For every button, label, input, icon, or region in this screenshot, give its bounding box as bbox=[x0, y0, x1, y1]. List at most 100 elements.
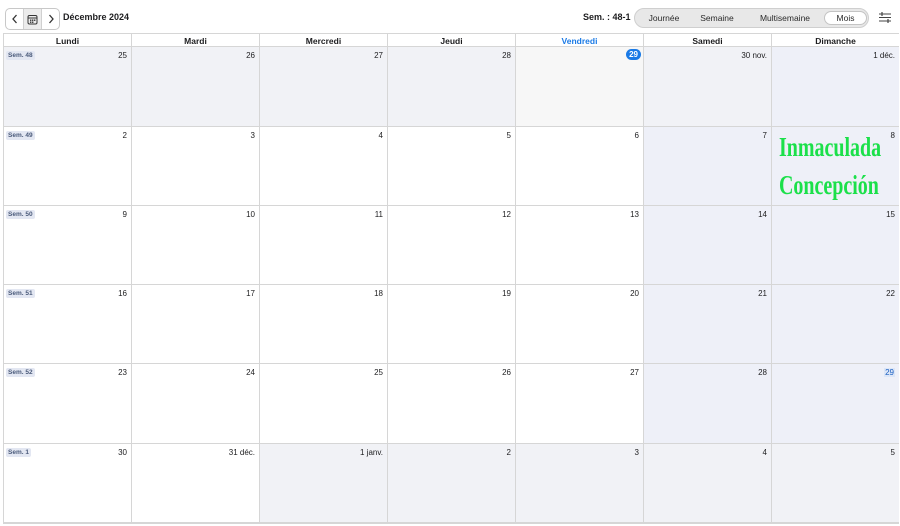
calendar-icon bbox=[27, 14, 38, 24]
day-number: 2 bbox=[506, 448, 511, 457]
day-number: 14 bbox=[758, 210, 767, 219]
day-number: 1 déc. bbox=[873, 51, 895, 60]
day-cell[interactable]: 22 bbox=[771, 285, 899, 364]
week-number-badge[interactable]: Sem. 1 bbox=[6, 448, 31, 457]
day-cell[interactable]: 6 bbox=[515, 127, 643, 206]
week-number-badge[interactable]: Sem. 48 bbox=[6, 51, 35, 60]
day-cell[interactable]: 18 bbox=[259, 285, 387, 364]
day-cell[interactable]: 29 bbox=[771, 364, 899, 444]
week-number-badge[interactable]: Sem. 50 bbox=[6, 210, 35, 219]
weekday-header-5: Vendredi bbox=[515, 33, 643, 47]
day-cell[interactable]: 17 bbox=[131, 285, 259, 364]
day-number: 25 bbox=[374, 368, 383, 377]
day-number: 20 bbox=[630, 289, 639, 298]
day-cell[interactable]: 29 bbox=[515, 47, 643, 127]
day-cell[interactable]: Sem. 50 9 bbox=[3, 206, 131, 285]
day-number: 8 bbox=[890, 131, 895, 140]
weekday-header-1: Lundi bbox=[3, 33, 131, 47]
day-cell[interactable]: 4 bbox=[259, 127, 387, 206]
day-number: 18 bbox=[374, 289, 383, 298]
day-cell[interactable]: 10 bbox=[131, 206, 259, 285]
day-number: 28 bbox=[502, 51, 511, 60]
prev-month-button[interactable] bbox=[6, 9, 24, 29]
day-number: 16 bbox=[118, 289, 127, 298]
day-cell[interactable]: 28 bbox=[643, 364, 771, 444]
view-week-tab[interactable]: Semaine bbox=[691, 11, 743, 25]
view-month-tab[interactable]: Mois bbox=[824, 11, 867, 25]
today-date-badge: 29 bbox=[626, 49, 641, 60]
view-day-tab[interactable]: Journée bbox=[641, 11, 687, 25]
week-number-badge[interactable]: Sem. 51 bbox=[6, 289, 35, 298]
chevron-left-icon bbox=[11, 14, 17, 24]
day-cell[interactable]: 1 déc. bbox=[771, 47, 899, 127]
day-cell[interactable]: Sem. 1 30 bbox=[3, 444, 131, 523]
weekday-header: Lundi Mardi Mercredi Jeudi Vendredi Samedi Dim… bbox=[3, 33, 899, 47]
day-cell[interactable]: 4 bbox=[643, 444, 771, 523]
day-number: 28 bbox=[758, 368, 767, 377]
day-number: 24 bbox=[246, 368, 255, 377]
day-cell[interactable]: 14 bbox=[643, 206, 771, 285]
day-cell[interactable]: 31 déc. bbox=[131, 444, 259, 523]
weekday-header-3: Mercredi bbox=[259, 33, 387, 47]
day-number: 19 bbox=[502, 289, 511, 298]
day-cell[interactable]: 11 bbox=[259, 206, 387, 285]
day-number: 27 bbox=[374, 51, 383, 60]
day-cell[interactable]: 1 janv. bbox=[259, 444, 387, 523]
week-number-badge[interactable]: Sem. 49 bbox=[6, 131, 35, 140]
day-cell[interactable]: Sem. 49 2 bbox=[3, 127, 131, 206]
day-cell[interactable]: Sem. 52 23 bbox=[3, 364, 131, 444]
today-button[interactable] bbox=[24, 9, 42, 29]
day-cell[interactable]: 5 bbox=[771, 444, 899, 523]
day-number: 5 bbox=[890, 448, 895, 457]
week-number-badge[interactable]: Sem. 52 bbox=[6, 368, 35, 377]
day-cell[interactable]: 5 bbox=[387, 127, 515, 206]
day-cell[interactable]: 26 bbox=[387, 364, 515, 444]
day-cell[interactable]: 15 bbox=[771, 206, 899, 285]
day-cell[interactable]: 7 bbox=[643, 127, 771, 206]
day-cell[interactable]: 27 bbox=[259, 47, 387, 127]
next-month-button[interactable] bbox=[42, 9, 59, 29]
weekday-header-6: Samedi bbox=[643, 33, 771, 47]
chevron-right-icon bbox=[48, 14, 54, 24]
day-number: 6 bbox=[634, 131, 639, 140]
day-cell[interactable]: 30 nov. bbox=[643, 47, 771, 127]
day-number: 31 déc. bbox=[228, 448, 255, 457]
month-grid: Sem. 48 25 26 27 28 29 30 nov. 1 déc. Sem. 49 2 3 4… bbox=[3, 47, 899, 523]
day-number: 3 bbox=[250, 131, 255, 140]
weekday-header-7: Dimanche bbox=[771, 33, 899, 47]
day-cell[interactable]: 21 bbox=[643, 285, 771, 364]
day-cell[interactable]: 19 bbox=[387, 285, 515, 364]
toolbar: Décembre 2024 Sem. : 48-1 Journée Semain… bbox=[0, 0, 900, 34]
day-number: 1 janv. bbox=[360, 448, 383, 457]
day-number: 12 bbox=[502, 210, 511, 219]
day-cell[interactable]: 13 bbox=[515, 206, 643, 285]
day-cell[interactable]: 28 bbox=[387, 47, 515, 127]
day-number: 13 bbox=[630, 210, 639, 219]
event-inmaculada-concepcion[interactable]: Inmaculada Concepción bbox=[779, 128, 881, 204]
day-cell[interactable]: 27 bbox=[515, 364, 643, 444]
day-cell[interactable]: Sem. 48 25 bbox=[3, 47, 131, 127]
day-cell[interactable]: 20 bbox=[515, 285, 643, 364]
view-multiweek-tab[interactable]: Multisemaine bbox=[747, 11, 823, 25]
sliders-icon[interactable] bbox=[878, 11, 892, 24]
day-number: 4 bbox=[762, 448, 767, 457]
day-cell[interactable]: Sem. 51 16 bbox=[3, 285, 131, 364]
day-number: 17 bbox=[246, 289, 255, 298]
day-number: 30 nov. bbox=[741, 51, 767, 60]
day-cell[interactable]: 25 bbox=[259, 364, 387, 444]
day-number: 2 bbox=[122, 131, 127, 140]
day-number: 25 bbox=[118, 51, 127, 60]
day-cell[interactable]: 24 bbox=[131, 364, 259, 444]
day-number: 23 bbox=[118, 368, 127, 377]
day-cell[interactable]: 2 bbox=[387, 444, 515, 523]
day-number: 10 bbox=[246, 210, 255, 219]
day-number: 26 bbox=[502, 368, 511, 377]
weekday-header-2: Mardi bbox=[131, 33, 259, 47]
navigation-group bbox=[5, 8, 60, 30]
day-cell[interactable]: 3 bbox=[131, 127, 259, 206]
day-number: 30 bbox=[118, 448, 127, 457]
day-cell[interactable]: 3 bbox=[515, 444, 643, 523]
day-cell[interactable]: 26 bbox=[131, 47, 259, 127]
day-number: 21 bbox=[758, 289, 767, 298]
day-cell[interactable]: 12 bbox=[387, 206, 515, 285]
